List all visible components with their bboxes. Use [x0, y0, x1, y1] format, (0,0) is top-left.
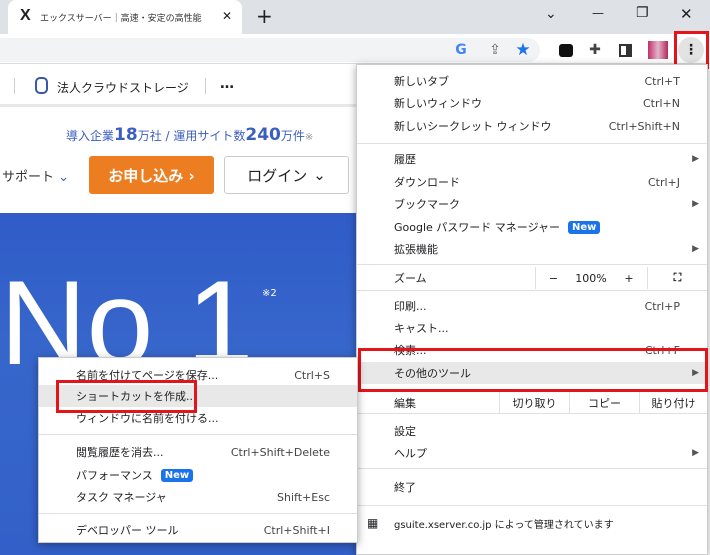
nav-support[interactable]: サポート ⌄ [2, 166, 69, 185]
zoom-level: 100% [575, 271, 607, 285]
stats-unit2: 万件 [280, 129, 305, 143]
submenu-performance[interactable]: パフォーマンス New [39, 464, 357, 486]
submenu-items-3-label: 閲覧履歴を消去... [76, 446, 164, 459]
highlight-more-tools [358, 348, 708, 392]
submenu-items-6-shortcut: Ctrl+Shift+I [263, 523, 330, 537]
google-icon[interactable]: G [450, 39, 472, 61]
stats-companies: 18 [114, 125, 138, 145]
menu-items-0-shortcut: Ctrl+T [644, 74, 680, 88]
menu-bookmarks[interactable]: ブックマーク ▶ [357, 193, 707, 215]
submenu-task-manager[interactable]: タスク マネージャ Shift+Esc [39, 486, 357, 508]
tab-close-icon[interactable]: ✕ [222, 9, 232, 23]
menu-items-9-label: キャスト... [394, 322, 449, 335]
copy-button[interactable]: コピー [569, 392, 639, 413]
menu-settings[interactable]: 設定 [357, 420, 707, 442]
submenu-items-5-shortcut: Shift+Esc [277, 490, 330, 504]
tab-search-icon[interactable]: ⌄ [545, 6, 557, 22]
window-close-button[interactable]: ✕ [680, 5, 693, 23]
highlight-create-shortcut [56, 380, 197, 413]
submenu-items-6-label: デベロッパー ツール [76, 524, 179, 537]
cut-button[interactable]: 切り取り [499, 392, 569, 413]
apply-button[interactable]: お申し込み › [89, 156, 214, 194]
new-badge: New [568, 220, 601, 234]
menu-items-2-label: 新しいシークレット ウィンドウ [394, 120, 552, 133]
bookmark-star-icon[interactable]: ★ [512, 39, 534, 61]
submenu-developer-tools[interactable]: デベロッパー ツール Ctrl+Shift+I [39, 519, 357, 541]
menu-items-4-shortcut: Ctrl+J [647, 175, 680, 189]
menu-new-window[interactable]: 新しいウィンドウ Ctrl+N [357, 92, 707, 114]
menu-exit[interactable]: 終了 [357, 476, 707, 498]
menu-items-7-label: 拡張機能 [394, 243, 438, 256]
login-label: ログイン [247, 166, 308, 185]
menu-managed-info: ▦ gsuite.xserver.co.jp によって管理されています [357, 512, 707, 534]
menu-items-8-label: 印刷... [394, 300, 427, 313]
menu-items-14-label: 終了 [394, 481, 416, 494]
menu-cast[interactable]: キャスト... [357, 317, 707, 339]
restore-button[interactable]: ❐ [636, 5, 649, 21]
submenu-items-4-label: パフォーマンス [76, 469, 153, 482]
tab-active[interactable]: X エックスサーバー｜高速・安定の高性能 ✕ [8, 0, 242, 34]
tab-title: エックスサーバー｜高速・安定の高性能 [40, 14, 202, 24]
menu-items-1-shortcut: Ctrl+N [642, 96, 680, 110]
fullscreen-icon[interactable]: ⛶ [647, 267, 707, 289]
side-panel-icon[interactable] [614, 39, 636, 61]
zoom-label: ズーム [394, 272, 427, 285]
menu-items-4-label: ダウンロード [394, 176, 460, 189]
menu-zoom-row: ズーム − 100% + ⛶ [357, 267, 707, 289]
menu-items-6-label: Google パスワード マネージャー [394, 221, 561, 234]
edit-label: 編集 [394, 396, 416, 410]
menu-items-8-shortcut: Ctrl+P [644, 299, 680, 313]
nav-more[interactable]: … [220, 76, 234, 92]
nav-item-cloud-storage[interactable]: 法人クラウドストレージ [57, 79, 189, 96]
menu-new-incognito[interactable]: 新しいシークレット ウィンドウ Ctrl+Shift+N [357, 115, 707, 137]
menu-edit-row: 編集 切り取り コピー 貼り付け [357, 391, 707, 414]
building-icon: ▦ [367, 516, 379, 530]
storage-icon [35, 77, 48, 94]
submenu-items-0-shortcut: Ctrl+S [294, 368, 330, 382]
menu-items-2-shortcut: Ctrl+Shift+N [608, 119, 680, 133]
menu-managed: gsuite.xserver.co.jp によって管理されています [394, 519, 614, 531]
stats-line: 導入企業18万社 / 運用サイト数240万件※ [66, 125, 354, 145]
login-button[interactable]: ログイン ⌄ [224, 156, 349, 194]
menu-items-5-label: ブックマーク [394, 198, 460, 211]
favicon-x-icon: X [20, 7, 31, 24]
extension-tampermonkey-icon[interactable] [555, 39, 577, 61]
menu-items-3-label: 履歴 [394, 153, 416, 166]
submenu-items-3-shortcut: Ctrl+Shift+Delete [230, 445, 330, 459]
submenu-items-5-label: タスク マネージャ [76, 491, 167, 504]
profile-avatar[interactable] [647, 39, 669, 61]
support-label: サポート [2, 170, 55, 185]
paste-button[interactable]: 貼り付け [639, 392, 707, 413]
menu-history[interactable]: 履歴 ▶ [357, 148, 707, 170]
menu-items-0-label: 新しいタブ [394, 75, 449, 88]
hero-note: ※2 [262, 288, 277, 299]
new-badge: New [160, 468, 194, 482]
menu-extensions[interactable]: 拡張機能 ▶ [357, 238, 707, 260]
submenu-clear-history[interactable]: 閲覧履歴を消去... Ctrl+Shift+Delete [39, 441, 357, 463]
stats-sites: 240 [245, 125, 281, 145]
menu-items-1-label: 新しいウィンドウ [394, 97, 482, 110]
stats-unit1: 万社 / 運用サイト数 [137, 129, 246, 143]
new-tab-button[interactable]: + [256, 4, 273, 28]
menu-items-12-label: 設定 [394, 425, 416, 438]
extensions-puzzle-icon[interactable]: ✚ [584, 39, 606, 61]
zoom-out-button[interactable]: − [535, 267, 571, 289]
stats-note: ※ [304, 132, 314, 143]
share-icon[interactable]: ⇪ [484, 39, 506, 61]
menu-downloads[interactable]: ダウンロード Ctrl+J [357, 171, 707, 193]
menu-new-tab[interactable]: 新しいタブ Ctrl+T [357, 70, 707, 92]
minimize-button[interactable]: — [592, 6, 604, 20]
site-nav: 法人クラウドストレージ … [0, 64, 356, 107]
chrome-menu: 新しいタブ Ctrl+T 新しいウィンドウ Ctrl+N 新しいシークレット ウィン… [356, 64, 708, 555]
menu-password-manager[interactable]: Google パスワード マネージャー New [357, 216, 707, 238]
menu-print[interactable]: 印刷... Ctrl+P [357, 295, 707, 317]
menu-items-13-label: ヘルプ [394, 447, 427, 460]
zoom-in-button[interactable]: + [611, 267, 647, 289]
stats-prefix: 導入企業 [66, 129, 115, 143]
menu-help[interactable]: ヘルプ ▶ [357, 442, 707, 464]
